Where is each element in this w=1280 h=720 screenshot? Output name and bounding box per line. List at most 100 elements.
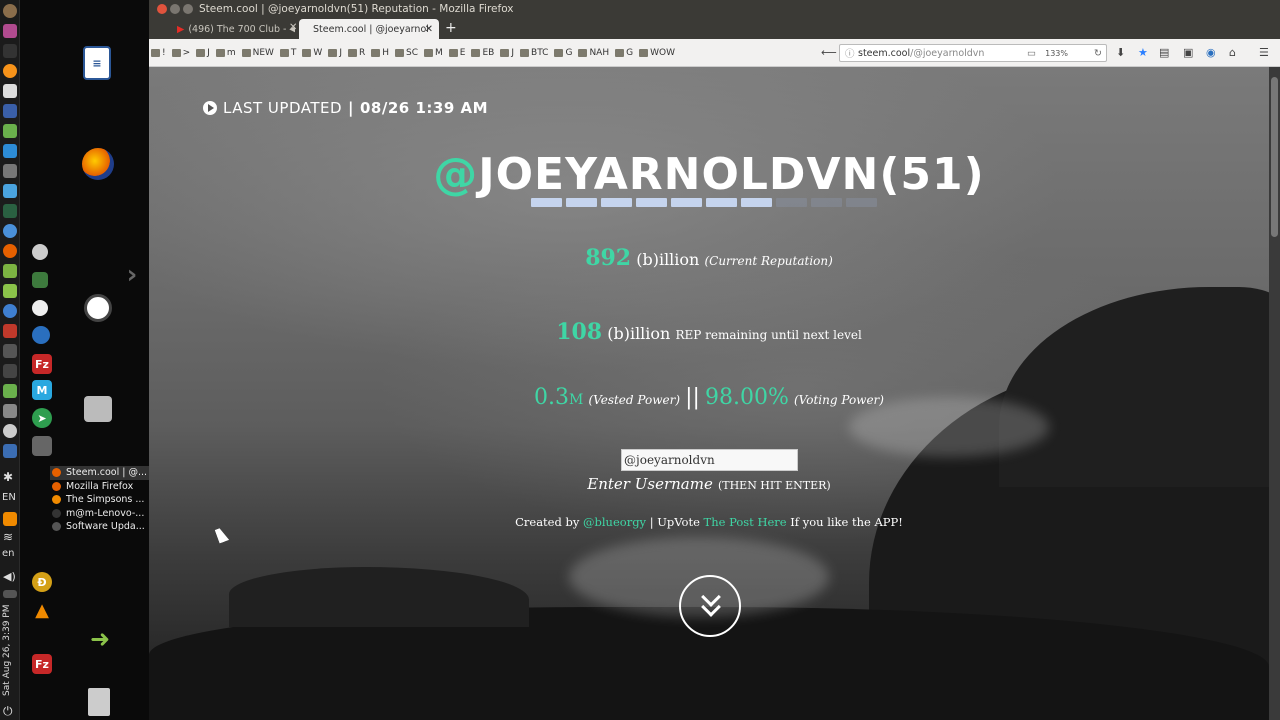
bookmark-item[interactable]: R — [347, 48, 365, 58]
youtube-ext-icon[interactable]: ▣ — [1183, 46, 1193, 59]
close-window-icon[interactable] — [157, 4, 167, 14]
reload-icon[interactable]: ↻ — [1094, 48, 1102, 59]
app-icon[interactable] — [3, 24, 17, 38]
chrome-icon[interactable] — [3, 304, 17, 318]
filezilla-icon[interactable]: Fz — [32, 354, 52, 374]
bookmark-item[interactable]: E — [448, 48, 465, 58]
bookmark-item[interactable]: J — [328, 48, 342, 58]
power-icon[interactable] — [3, 4, 17, 18]
clipboard-icon[interactable]: ▤ — [1159, 46, 1169, 59]
ubuntu-icon[interactable] — [84, 294, 112, 322]
keyboard-layout[interactable]: EN — [2, 492, 16, 503]
power-off-icon[interactable]: ⏻ — [3, 704, 17, 718]
scrollbar-thumb[interactable] — [1271, 77, 1278, 237]
bookmark-item[interactable]: M — [424, 48, 443, 58]
wifi-icon[interactable]: ≋ — [3, 530, 17, 544]
url-bar[interactable]: ⓘ steem.cool/@joeyarnoldvn ▭ 133% ↻ — [839, 44, 1107, 62]
folder-icon — [151, 49, 160, 57]
bookmark-item[interactable]: J — [500, 48, 514, 58]
bookmark-item[interactable]: BTC — [520, 48, 548, 58]
reader-icon[interactable]: ▭ — [1027, 48, 1036, 59]
scroll-down-button[interactable] — [679, 575, 741, 637]
bookmark-item[interactable]: ! — [151, 48, 166, 58]
clock[interactable]: Sat Aug 26, 3:39 PM — [2, 600, 18, 700]
new-tab-button[interactable]: + — [445, 20, 457, 36]
bookmark-item[interactable]: > — [171, 48, 190, 58]
drive-icon[interactable] — [3, 404, 17, 418]
record-icon[interactable] — [3, 324, 17, 338]
volume-icon[interactable]: ◀) — [3, 570, 17, 584]
grid-icon[interactable] — [3, 144, 17, 158]
webcam-icon[interactable] — [32, 300, 48, 316]
tab-youtube[interactable]: ▶ (496) The 700 Club - ◀ — [163, 19, 295, 39]
bookmark-star-icon[interactable]: ★ — [1138, 46, 1148, 59]
monitor-icon[interactable] — [3, 204, 17, 218]
spreadsheet-icon[interactable] — [3, 124, 17, 138]
zoom-level[interactable]: 133% — [1045, 49, 1068, 58]
usb-icon[interactable] — [3, 364, 17, 378]
bookmark-item[interactable]: NAH — [578, 48, 609, 58]
bookmark-item[interactable]: SC — [395, 48, 418, 58]
close-tab-icon[interactable]: ✕ — [425, 24, 433, 35]
archive-icon[interactable] — [84, 396, 112, 422]
bookmark-item[interactable]: WOW — [639, 48, 675, 58]
bookmark-item[interactable]: W — [302, 48, 322, 58]
atom-icon[interactable] — [32, 326, 50, 344]
user-switch-icon[interactable]: ➜ — [86, 624, 114, 654]
battery-icon[interactable] — [3, 590, 17, 598]
ball-icon[interactable] — [32, 244, 48, 260]
download-icon[interactable]: ⬇ — [1116, 46, 1125, 59]
back-icon[interactable]: ⟵ — [821, 46, 837, 59]
page-scrollbar[interactable] — [1269, 67, 1280, 720]
bookmark-item[interactable]: NEW — [241, 48, 274, 58]
tab-label: (496) The 700 Club - — [188, 23, 287, 35]
chromium-icon[interactable] — [3, 224, 17, 238]
window-icon[interactable] — [3, 444, 17, 458]
eject-icon[interactable] — [3, 44, 17, 58]
language-indicator[interactable]: en — [2, 548, 15, 559]
info-icon[interactable]: ⓘ — [845, 46, 855, 60]
post-link[interactable]: The Post Here — [704, 515, 787, 529]
bookmark-item[interactable]: J — [196, 48, 210, 58]
network-icon[interactable] — [3, 184, 17, 198]
close-tab-icon[interactable]: ✕ — [289, 22, 297, 33]
bookmark-item[interactable]: m — [215, 48, 236, 58]
maps-icon[interactable]: M — [32, 380, 52, 400]
firefox-small-icon[interactable] — [3, 244, 17, 258]
menu-icon[interactable]: ☰ — [1259, 46, 1269, 59]
firefox-icon[interactable] — [82, 148, 114, 180]
bookmark-item[interactable]: G — [615, 48, 633, 58]
send-icon[interactable]: ➤ — [32, 408, 52, 428]
maximize-window-icon[interactable] — [183, 4, 193, 14]
coin-icon[interactable]: Ð — [32, 572, 52, 592]
bitcoin-icon[interactable] — [3, 64, 17, 78]
document-icon[interactable] — [3, 84, 17, 98]
username-input[interactable] — [621, 449, 798, 471]
chart-icon[interactable] — [32, 272, 48, 288]
vlc-icon[interactable] — [3, 512, 17, 526]
extension-icon[interactable]: ◉ — [1206, 46, 1216, 59]
vlc-cone-icon[interactable]: ▲ — [32, 600, 52, 621]
calc-icon[interactable] — [3, 104, 17, 118]
bookmark-item[interactable]: T — [279, 48, 296, 58]
media-icon[interactable] — [32, 436, 52, 456]
bookmark-item[interactable]: EB — [471, 48, 494, 58]
bluetooth-icon[interactable]: ✱ — [3, 470, 17, 484]
filezilla-icon-2[interactable]: Fz — [32, 654, 52, 674]
settings-icon[interactable] — [3, 164, 17, 178]
tab-steem[interactable]: Steem.cool | @joeyarnol ✕ — [299, 19, 439, 39]
trash-icon[interactable] — [88, 688, 110, 716]
gear-icon[interactable] — [3, 424, 17, 438]
home-icon[interactable]: ⌂ — [1229, 46, 1236, 59]
bookmark-item[interactable]: H — [371, 48, 389, 58]
minimize-window-icon[interactable] — [170, 4, 180, 14]
bookmark-item[interactable]: G — [554, 48, 572, 58]
screen-icon[interactable] — [3, 344, 17, 358]
writer-icon[interactable]: ≡ — [83, 46, 111, 80]
author-link[interactable]: @blueorgy — [583, 515, 646, 529]
chevron-right-icon[interactable]: › — [124, 260, 140, 290]
progress-segment-filled — [601, 198, 632, 207]
photos-icon[interactable] — [3, 284, 17, 298]
android-icon[interactable] — [3, 384, 17, 398]
files-icon[interactable] — [3, 264, 17, 278]
